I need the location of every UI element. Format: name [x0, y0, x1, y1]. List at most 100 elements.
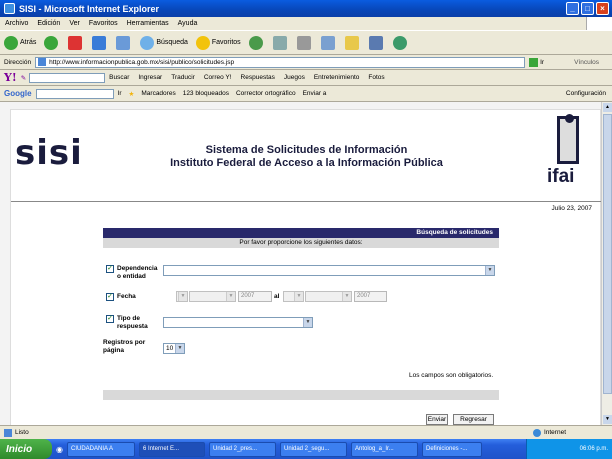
minimize-button[interactable]: _ [566, 2, 579, 15]
fecha-from-day-select[interactable]: ▼ [176, 291, 188, 302]
windows-taskbar: Inicio ◉ CIUDADANIA A 6 Internet E... Un… [0, 439, 612, 459]
search-button[interactable]: Búsqueda [140, 35, 188, 50]
google-settings[interactable]: Configuración [566, 90, 606, 97]
yahoo-toolbar: Y! ✎ Buscar Ingresar Traducir Correo Y! … [0, 70, 612, 86]
form-title: Búsqueda de solicitudes [103, 228, 499, 238]
folder-icon [344, 35, 359, 50]
search-label: Búsqueda [156, 39, 188, 46]
google-send-to[interactable]: Enviar a [303, 90, 327, 97]
tipo-respuesta-select[interactable]: ▼ [163, 317, 313, 328]
links-label[interactable]: Vínculos [574, 59, 599, 66]
taskbar-item[interactable]: Antolog_a_Ir... [350, 441, 418, 457]
menu-edicion[interactable]: Edición [37, 20, 60, 27]
print-button[interactable] [296, 35, 313, 50]
status-bar: Listo Internet [0, 425, 612, 439]
menu-archivo[interactable]: Archivo [5, 20, 28, 27]
yahoo-respuestas[interactable]: Respuestas [241, 74, 275, 81]
google-popup-blocked[interactable]: 123 bloqueados [183, 90, 229, 97]
close-button[interactable]: × [596, 2, 609, 15]
dependencia-select[interactable]: ▼ [163, 265, 495, 276]
star-icon[interactable]: ★ [129, 90, 135, 98]
yahoo-search-button[interactable]: Buscar [109, 74, 129, 81]
back-arrow-icon [4, 35, 18, 50]
yahoo-correo[interactable]: Correo Y! [204, 74, 232, 81]
scroll-thumb[interactable] [603, 114, 612, 394]
mail-button[interactable] [272, 35, 289, 50]
security-zone: Internet [532, 428, 566, 437]
taskbar-item-label: 6 Internet E... [142, 446, 180, 452]
clock[interactable]: 06:06 p.m. [580, 446, 608, 452]
pencil-icon[interactable]: ✎ [21, 74, 26, 82]
menu-ver[interactable]: Ver [69, 20, 80, 27]
address-label: Dirección [4, 58, 32, 66]
send-button[interactable]: Enviar [426, 414, 448, 425]
fecha-to-year-input[interactable]: 2007 [354, 291, 387, 302]
taskbar-item[interactable]: Unidad 2_segu... [279, 441, 347, 457]
yahoo-ingresar[interactable]: Ingresar [138, 74, 162, 81]
current-date: Julio 23, 2007 [551, 205, 592, 212]
messenger-button[interactable] [392, 35, 409, 50]
quick-launch-icon[interactable]: ◉ [56, 445, 63, 454]
go-arrow-icon[interactable] [529, 57, 539, 67]
history-button[interactable] [248, 35, 265, 50]
window-title: SISI - Microsoft Internet Explorer [19, 3, 160, 14]
scroll-down-icon[interactable]: ▼ [603, 415, 612, 424]
page-title: Sistema de Solicitudes de Información In… [11, 144, 601, 170]
fecha-checkbox[interactable]: ✓ [106, 293, 114, 301]
maximize-button[interactable]: □ [581, 2, 594, 15]
taskbar-item-label: CIUDADANIA A [70, 446, 113, 452]
address-input[interactable]: http://www.informacionpublica.gob.mx/sis… [35, 56, 526, 68]
folder-button[interactable] [344, 35, 361, 50]
google-spellcheck[interactable]: Corrector ortográfico [236, 90, 296, 97]
edit-button[interactable] [320, 35, 337, 50]
yahoo-juegos[interactable]: Juegos [284, 74, 305, 81]
status-text: Listo [15, 429, 29, 436]
forward-button[interactable] [44, 35, 60, 50]
google-go-button[interactable]: Ir [118, 90, 122, 97]
registros-select[interactable]: 10 ▼ [163, 343, 185, 354]
go-button[interactable]: Ir [540, 59, 544, 66]
messenger-icon [392, 35, 407, 50]
back-button[interactable]: Atrás [4, 35, 36, 50]
chevron-down-icon: ▼ [303, 318, 312, 327]
fecha-to-day-select[interactable]: ▼ [283, 291, 304, 302]
yahoo-logo[interactable]: Y! [4, 71, 17, 84]
google-bookmarks[interactable]: Marcadores [141, 90, 175, 97]
taskbar-item[interactable]: 6 Internet E... [138, 441, 205, 457]
fecha-to-month-select[interactable]: ▼ [305, 291, 352, 302]
home-button[interactable] [116, 35, 132, 50]
search-icon [140, 35, 155, 50]
edit-icon [320, 35, 335, 50]
stop-button[interactable] [68, 35, 84, 50]
menu-herramientas[interactable]: Herramientas [127, 20, 169, 27]
dependencia-checkbox[interactable]: ✓ [106, 265, 114, 273]
menu-favoritos[interactable]: Favoritos [89, 20, 118, 27]
page-title-line1: Sistema de Solicitudes de Información [205, 144, 408, 156]
yahoo-traducir[interactable]: Traducir [171, 74, 195, 81]
vertical-scrollbar[interactable]: ▲ ▼ [601, 102, 612, 425]
fecha-label: Fecha [117, 293, 136, 300]
scroll-up-icon[interactable]: ▲ [603, 103, 612, 112]
page-title-line2: Instituto Federal de Acceso a la Informa… [170, 157, 443, 169]
zone-label: Internet [543, 429, 566, 436]
page-icon [38, 58, 47, 66]
ifai-logo: ifai [547, 114, 595, 192]
chevron-down-icon: ▼ [294, 292, 303, 301]
tipo-respuesta-checkbox[interactable]: ✓ [106, 315, 114, 323]
favorites-button[interactable]: Favoritos [195, 35, 241, 50]
fecha-from-year-input[interactable]: 2007 [238, 291, 272, 302]
start-button[interactable]: Inicio [0, 439, 52, 459]
fecha-from-month-select[interactable]: ▼ [189, 291, 236, 302]
yahoo-entretenimiento[interactable]: Entretenimiento [314, 74, 360, 81]
google-logo[interactable]: Google [4, 89, 32, 98]
menu-ayuda[interactable]: Ayuda [178, 20, 198, 27]
research-button[interactable] [368, 35, 385, 50]
taskbar-item[interactable]: Definiciones -... [421, 441, 482, 457]
refresh-button[interactable] [92, 35, 108, 50]
taskbar-item[interactable]: Unidad 2_pres... [208, 441, 276, 457]
back-page-button[interactable]: Regresar [453, 414, 494, 425]
google-search-input[interactable] [35, 88, 114, 99]
yahoo-fotos[interactable]: Fotos [368, 74, 384, 81]
yahoo-search-input[interactable] [29, 72, 106, 83]
taskbar-item[interactable]: CIUDADANIA A [66, 441, 135, 457]
